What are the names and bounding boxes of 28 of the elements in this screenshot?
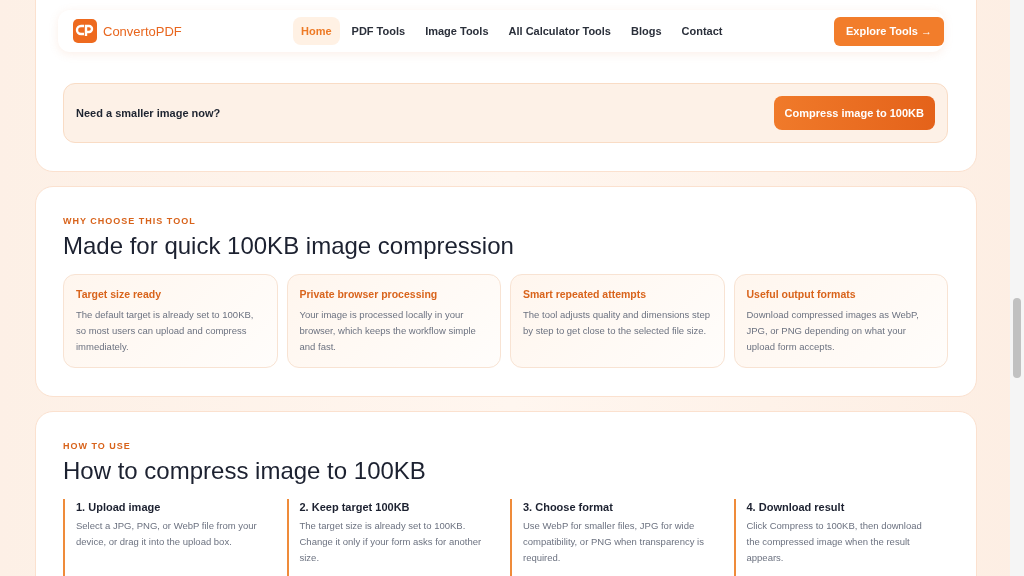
section-title: Made for quick 100KB image compression [63,232,515,260]
step-text: Click Compress to 100KB, then download the compressed image when the result appears. [746,519,923,565]
nav-link[interactable]: Contact [673,17,731,45]
section-eyebrow: HOW TO USE [63,441,132,451]
feature-title: Private browser processing [299,288,439,300]
step-title: 2. Keep target 100KB [299,501,411,513]
section-eyebrow: WHY CHOOSE THIS TOOL [63,216,197,226]
nav-link[interactable]: PDF Tools [343,17,414,45]
banner-text: Need a smaller image now? [76,107,221,119]
nav-link[interactable]: Blogs [623,17,670,45]
feature-text: Download compressed images as WebP, JPG, or PNG depending on what your upload form accepts. [746,308,920,354]
step-text: The target size is already set to 100KB. Change it only if your form asks for another size. [299,519,483,565]
feature-text: The default target is already set to 100KB, so most users can upload and compress immediately. [76,308,255,354]
step-title: 4. Download result [746,501,846,513]
logo-icon [73,19,97,43]
feature-title: Smart repeated attempts [523,288,648,300]
scrollbar[interactable] [1010,0,1024,576]
section-title: How to compress image to 100KB [63,457,427,485]
feature-text: Your image is processed locally in your browser, which keeps the workflow simple and fast. [299,308,477,354]
nav-link[interactable]: All Calculator Tools [500,17,619,45]
feature-text: The tool adjusts quality and dimensions step by step to get close to the selected file size. [523,308,711,338]
step-title: 3. Choose format [523,501,614,513]
nav-link[interactable]: Image Tools [417,17,497,45]
feature-title: Useful output formats [746,288,857,300]
step-title: 1. Upload image [76,501,162,513]
step-text: Use WebP for smaller files, JPG for wide compatibility, or PNG when transparency is required. [523,519,705,565]
step-text: Select a JPG, PNG, or WebP file from your device, or drag it into the upload box. [76,519,258,549]
feature-title: Target size ready [76,288,162,300]
